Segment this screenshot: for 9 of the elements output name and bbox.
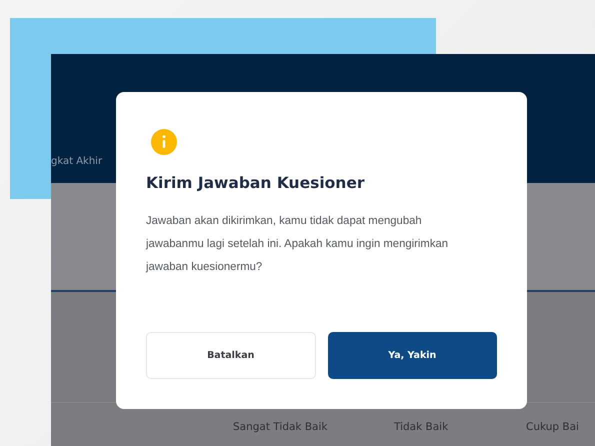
- dialog-message: Jawaban akan dikirimkan, kamu tidak dapat mengubah jawabanmu lagi setelah ini. Apakah kamu ingin mengirimkan jawaban kuesionermu?: [146, 214, 450, 275]
- info-icon: [150, 128, 178, 156]
- header-link[interactable]: gkat Akhir: [51, 156, 102, 167]
- dialog-title: Kirim Jawaban Kuesioner: [146, 174, 364, 192]
- column-header: Cukup Bai: [526, 421, 579, 433]
- column-header: Tidak Baik: [394, 421, 450, 433]
- column-header: Sangat Tidak Baik: [233, 421, 328, 433]
- confirm-button[interactable]: Ya, Yakin: [328, 332, 497, 379]
- cancel-button[interactable]: Batalkan: [146, 332, 316, 379]
